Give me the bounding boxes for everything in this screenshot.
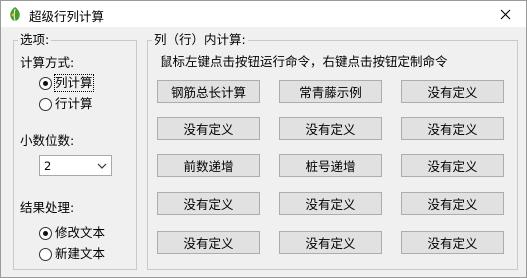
radio-modify-text-label: 修改文本 — [55, 225, 106, 240]
options-group-title: 选项: — [18, 32, 52, 48]
commands-group-title: 列（行）内计算: — [152, 32, 248, 48]
command-button-r3c2[interactable]: 桩号递增 — [279, 154, 382, 177]
leaf-icon — [10, 7, 20, 22]
command-button-r5c1[interactable]: 没有定义 — [157, 231, 260, 254]
decimals-label: 小数位数: — [20, 133, 75, 148]
command-button-r4c2[interactable]: 没有定义 — [279, 192, 382, 215]
close-icon — [500, 9, 511, 19]
radio-modify-text[interactable]: 修改文本 — [39, 225, 105, 241]
radio-new-text[interactable]: 新建文本 — [39, 246, 105, 262]
radio-new-text-circle[interactable] — [39, 247, 52, 261]
radio-row-calc-label: 行计算 — [55, 96, 93, 111]
chevron-down-icon — [97, 163, 107, 169]
command-button-r2c2[interactable]: 没有定义 — [279, 117, 382, 140]
command-button-r4c1[interactable]: 没有定义 — [157, 192, 260, 215]
radio-modify-text-circle[interactable] — [39, 226, 52, 240]
radio-column-calc-circle[interactable] — [39, 76, 52, 90]
dialog-window: 超级行列计算 选项: 计算方式: 列计算 行计算 小数位数: 2 结果处理: 修… — [0, 0, 527, 278]
result-label: 结果处理: — [20, 200, 75, 215]
calc-mode-label: 计算方式: — [20, 55, 75, 70]
radio-row-calc-circle[interactable] — [39, 97, 52, 111]
command-button-r1c3[interactable]: 没有定义 — [401, 80, 504, 103]
command-button-r5c2[interactable]: 没有定义 — [279, 231, 382, 254]
window-title: 超级行列计算 — [29, 9, 105, 24]
command-button-r2c1[interactable]: 没有定义 — [157, 117, 260, 140]
radio-row-calc[interactable]: 行计算 — [39, 96, 93, 112]
title-bar: 超级行列计算 — [1, 1, 526, 27]
radio-column-calc-label: 列计算 — [54, 74, 94, 92]
decimals-select[interactable]: 2 — [39, 155, 112, 176]
command-button-r3c3[interactable]: 没有定义 — [401, 154, 504, 177]
commands-hint: 鼠标左键点击按钮运行命令，右键点击按钮定制命令 — [160, 54, 448, 69]
command-button-r5c3[interactable]: 没有定义 — [401, 231, 504, 254]
decimals-select-value: 2 — [44, 159, 52, 173]
radio-new-text-label: 新建文本 — [55, 246, 106, 261]
command-button-r2c3[interactable]: 没有定义 — [401, 117, 504, 140]
command-button-r1c1[interactable]: 钢筋总长计算 — [157, 80, 260, 103]
command-button-r1c2[interactable]: 常青藤示例 — [279, 80, 382, 103]
command-button-r3c1[interactable]: 前数递增 — [157, 154, 260, 177]
close-button[interactable] — [485, 1, 526, 27]
radio-column-calc[interactable]: 列计算 — [39, 74, 94, 92]
command-button-r4c3[interactable]: 没有定义 — [401, 192, 504, 215]
